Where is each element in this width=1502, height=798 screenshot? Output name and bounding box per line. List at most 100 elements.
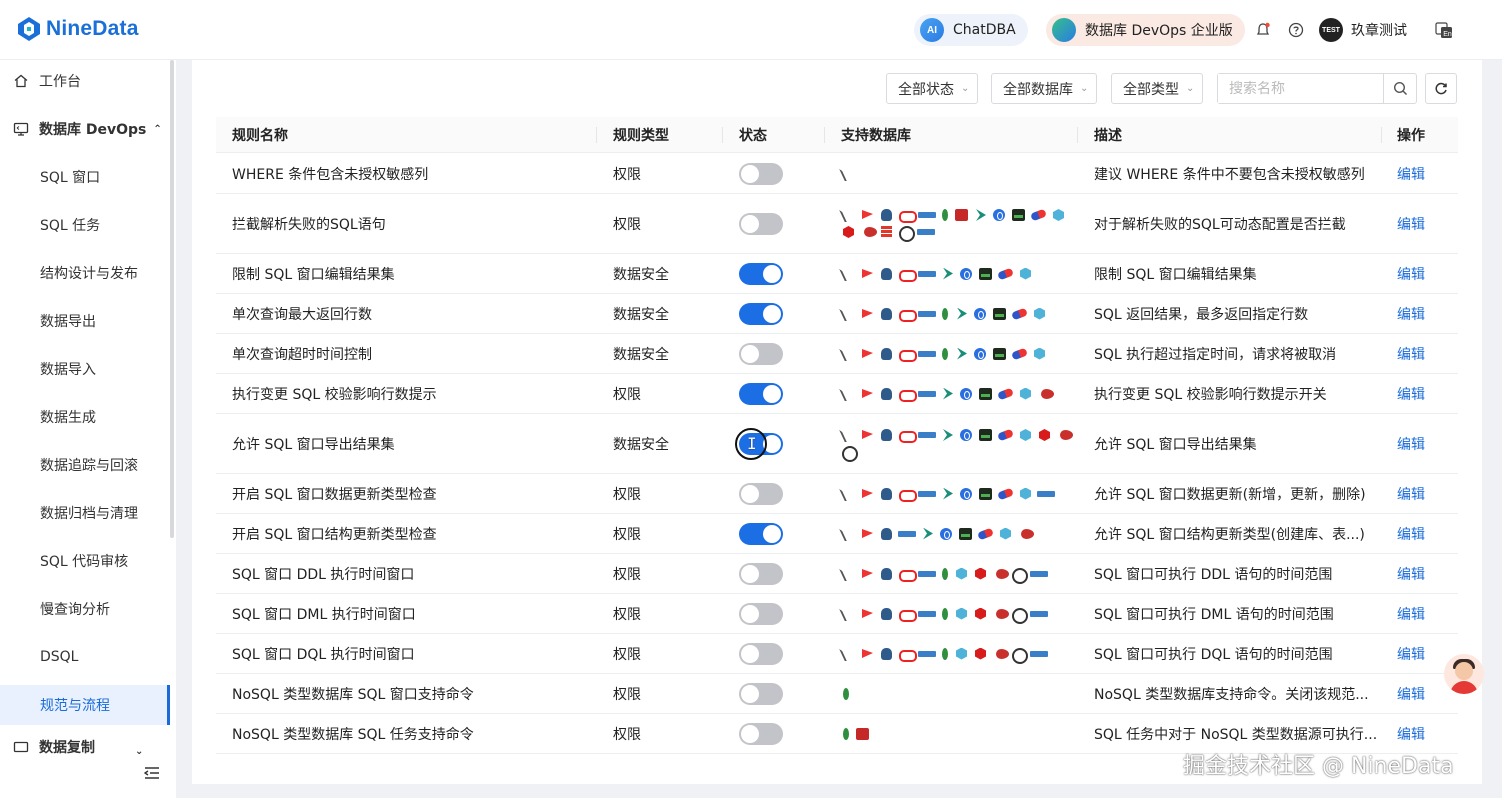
status-cell [739, 294, 783, 333]
swirl-db-icon [973, 347, 988, 360]
edit-link[interactable]: 编辑 [1397, 294, 1425, 333]
status-toggle[interactable] [739, 722, 783, 745]
column-divider [722, 127, 723, 143]
toggle-knob [741, 344, 759, 363]
tri-db-icon [841, 268, 856, 280]
status-toggle[interactable] [739, 682, 783, 705]
sidebar-item-slow-query[interactable]: 慢查询分析 [0, 589, 170, 629]
ms-db-icon [918, 388, 936, 400]
ora-db-icon [898, 568, 917, 582]
column-divider [824, 127, 825, 143]
term-db-icon [992, 307, 1007, 320]
edition-badge[interactable]: 数据库 DevOps 企业版 [1046, 14, 1245, 46]
avatar[interactable]: TEST [1319, 18, 1343, 42]
status-toggle[interactable] [739, 482, 783, 505]
sidebar-item-label: 数据导出 [40, 314, 96, 330]
status-cell [739, 594, 783, 633]
rule-name: 开启 SQL 窗口结构更新类型检查 [232, 526, 437, 543]
database-filter[interactable]: 全部数据库 ⌄ [991, 73, 1098, 104]
edit-link[interactable]: 编辑 [1397, 674, 1425, 713]
status-toggle[interactable] [739, 162, 783, 185]
sidebar-scrollbar[interactable] [170, 60, 174, 538]
term-db-icon [958, 527, 973, 540]
edit-link[interactable]: 编辑 [1397, 374, 1425, 413]
rule-type: 数据安全 [613, 346, 669, 363]
table-row: 单次查询最大返回行数 数据安全 SQL 返回结果，最多返回指定行数 编辑 [216, 294, 1458, 334]
edit-link[interactable]: 编辑 [1397, 514, 1425, 553]
type-filter[interactable]: 全部类型 ⌄ [1111, 73, 1204, 104]
hex-db-icon [973, 568, 988, 580]
supported-databases [841, 374, 1071, 413]
chatdba-button[interactable]: AI ChatDBA [914, 14, 1028, 46]
support-assistant-button[interactable] [1444, 654, 1484, 694]
toggle-knob [763, 524, 781, 543]
sidebar-item-sql-window[interactable]: SQL 窗口 [0, 157, 170, 197]
status-toggle[interactable] [735, 427, 783, 460]
status-toggle[interactable] [739, 562, 783, 585]
user-name[interactable]: 玖章测试 [1351, 20, 1407, 40]
search-button[interactable] [1383, 74, 1416, 103]
edit-link[interactable]: 编辑 [1397, 554, 1425, 593]
swan-db-icon [1017, 528, 1034, 540]
language-icon[interactable]: En [1434, 20, 1454, 40]
watermark: 掘金技术社区 @ NineData [1183, 754, 1454, 779]
column-divider [596, 127, 597, 143]
sidebar-item-dsql[interactable]: DSQL [0, 637, 170, 677]
sidebar-item-standards[interactable]: 规范与流程 [0, 685, 170, 725]
edit-link[interactable]: 编辑 [1397, 194, 1425, 253]
help-icon[interactable] [1286, 20, 1306, 40]
status-toggle[interactable] [739, 302, 783, 325]
edit-link[interactable]: 编辑 [1397, 634, 1425, 673]
status-toggle[interactable] [739, 642, 783, 665]
edit-link[interactable]: 编辑 [1397, 254, 1425, 293]
sidebar-item-sql-review[interactable]: SQL 代码审核 [0, 541, 170, 581]
status-toggle[interactable] [739, 382, 783, 405]
sidebar-item-sql-task[interactable]: SQL 任务 [0, 205, 170, 245]
sidebar-item-data-import[interactable]: 数据导入 [0, 349, 170, 389]
status-toggle[interactable] [739, 342, 783, 365]
status-toggle[interactable] [739, 522, 783, 545]
ms-db-icon [918, 308, 936, 320]
collapse-sidebar-icon[interactable] [143, 766, 162, 782]
database-icon-list [841, 487, 1071, 502]
ora-db-icon [898, 488, 917, 502]
bell-icon[interactable] [1253, 20, 1273, 40]
sidebar-item-devops[interactable]: 数据库 DevOps ⌃ [0, 109, 170, 149]
sidebar-item-workbench[interactable]: 工作台 [0, 61, 170, 101]
edit-link[interactable]: 编辑 [1397, 334, 1425, 373]
sidebar-item-data-export[interactable]: 数据导出 [0, 301, 170, 341]
cube-db-icon [954, 648, 969, 660]
table-row: 单次查询超时时间控制 数据安全 SQL 执行超过指定时间，请求将被取消 编辑 [216, 334, 1458, 374]
database-icon-list [841, 429, 1073, 462]
edit-link[interactable]: 编辑 [1397, 414, 1425, 473]
sidebar-item-schema-design[interactable]: 结构设计与发布 [0, 253, 170, 293]
status-toggle[interactable] [739, 602, 783, 625]
top-header: NineData AI ChatDBA 数据库 DevOps 企业版 TEST … [0, 0, 1502, 60]
table-row: 拦截解析失败的SQL语句 权限 对于解析失败的SQL可动态配置是否拦截 编辑 [216, 194, 1458, 254]
sidebar-item-data-archive[interactable]: 数据归档与清理 [0, 493, 170, 533]
edit-link[interactable]: 编辑 [1397, 154, 1425, 193]
column-header-description: 描述 [1094, 128, 1122, 144]
chevron-down-icon: ⌄ [135, 746, 144, 757]
swirl-db-icon [959, 387, 974, 400]
status-toggle[interactable] [739, 262, 783, 285]
supported-databases [841, 554, 1071, 593]
column-header-databases: 支持数据库 [841, 128, 911, 144]
refresh-button[interactable] [1425, 73, 1457, 104]
edit-link[interactable]: 编辑 [1397, 594, 1425, 633]
chevron-down-icon: ⌄ [961, 83, 970, 94]
flag-db-icon [860, 608, 875, 620]
status-toggle[interactable] [739, 212, 783, 235]
rule-description: NoSQL 类型数据库支持命令。关闭该规范... [1094, 686, 1369, 703]
supported-databases [841, 514, 1071, 553]
sidebar-item-data-generation[interactable]: 数据生成 [0, 397, 170, 437]
rule-description: 允许 SQL 窗口结构更新类型(创建库、表...) [1094, 526, 1365, 543]
status-filter[interactable]: 全部状态 ⌄ [886, 73, 979, 104]
database-icon-list [841, 727, 1071, 740]
search-input[interactable] [1218, 74, 1383, 103]
sidebar-item-data-tracking[interactable]: 数据追踪与回滚 [0, 445, 170, 485]
ninedata-logo[interactable]: NineData [16, 16, 139, 42]
sidebar-item-data-replication[interactable]: 数据复制 ⌄ [0, 733, 170, 757]
ms-db-icon [918, 568, 936, 580]
edit-link[interactable]: 编辑 [1397, 474, 1425, 513]
